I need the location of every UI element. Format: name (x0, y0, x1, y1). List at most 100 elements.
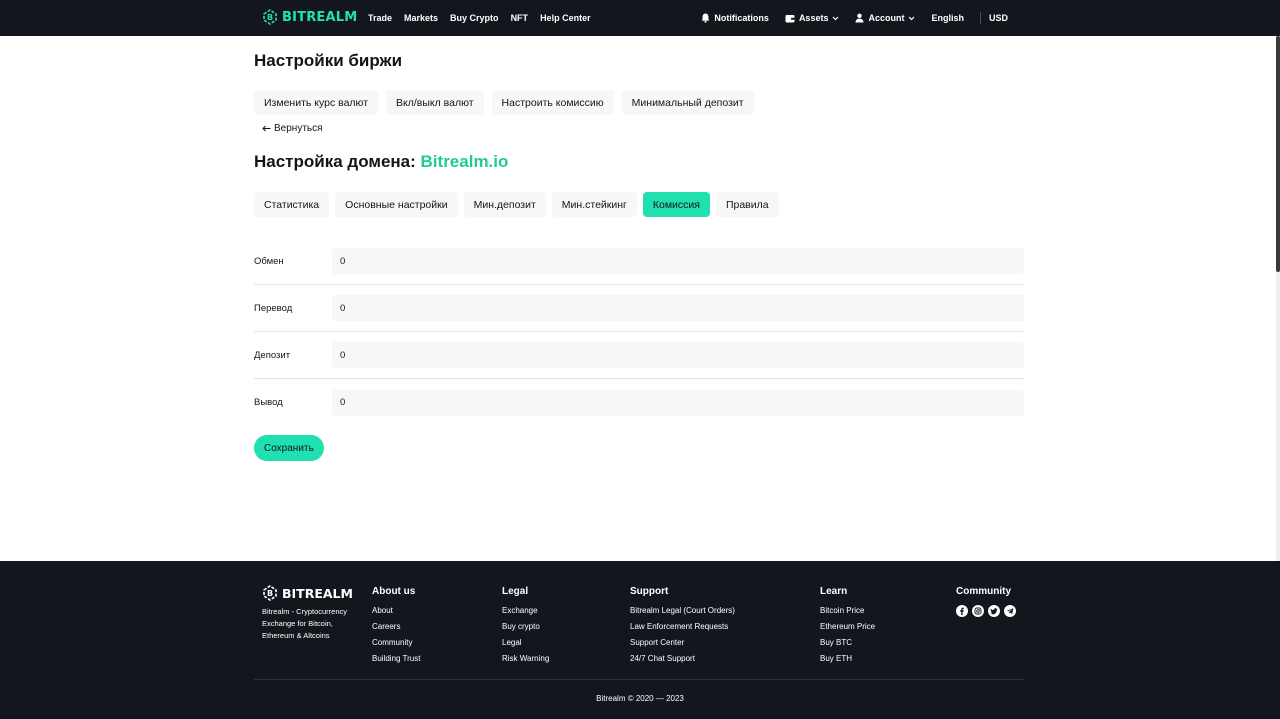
footer-col-support: Support Bitrealm Legal (Court Orders) La… (630, 586, 735, 669)
footer-link-chat-support[interactable]: 24/7 Chat Support (630, 653, 735, 669)
social-links (956, 605, 1016, 617)
currency-label: USD (988, 13, 1008, 23)
brand-logo[interactable]: B BITREALM (262, 9, 357, 25)
page-title: Настройки биржи (254, 51, 403, 70)
assets-label: Assets (798, 13, 829, 23)
tab-rules[interactable]: Правила (715, 192, 779, 217)
footer-tagline: Bitrealm - Cryptocurrency Exchange for B… (262, 607, 348, 640)
language-label: English (931, 13, 964, 23)
telegram-icon[interactable] (1004, 605, 1016, 617)
save-button[interactable]: Сохранить (254, 435, 324, 461)
exchange-fee-input[interactable] (332, 248, 1024, 274)
footer-link-bitcoin-price[interactable]: Bitcoin Price (820, 605, 875, 621)
tab-min-deposit[interactable]: Минимальный депозит (621, 90, 754, 115)
main-content: Настройки биржи Изменить курс валют Вкл/… (254, 36, 1024, 561)
notifications-label: Notifications (714, 13, 769, 23)
field-label-exchange: Обмен (254, 255, 284, 267)
domain-title-prefix: Настройка домена: (254, 152, 416, 171)
chevron-down-icon (909, 16, 915, 20)
top-navbar: B BITREALM Trade Markets Buy Crypto NFT … (0, 0, 1280, 36)
tab-statistics[interactable]: Статистика (254, 192, 330, 217)
footer-link-risk-warning[interactable]: Risk Warning (502, 653, 549, 669)
withdrawal-fee-input[interactable] (332, 389, 1024, 416)
tab-configure-fee[interactable]: Настроить комиссию (491, 90, 614, 115)
assets-dropdown[interactable]: Assets (785, 13, 840, 23)
nav-nft[interactable]: NFT (511, 13, 529, 23)
twitter-icon[interactable] (988, 605, 1000, 617)
footer-col-title: Support (630, 586, 669, 597)
field-label-transfer: Перевод (254, 302, 293, 314)
footer-link-community[interactable]: Community (372, 637, 420, 653)
footer-col-community: Community (956, 586, 1016, 617)
footer-link-about[interactable]: About (372, 605, 420, 621)
footer-link-court-orders[interactable]: Bitrealm Legal (Court Orders) (630, 605, 735, 621)
footer-link-support-center[interactable]: Support Center (630, 637, 735, 653)
nav-markets[interactable]: Markets (404, 13, 438, 23)
notifications-button[interactable]: Notifications (701, 13, 769, 23)
account-dropdown[interactable]: Account (855, 13, 915, 23)
field-label-withdrawal: Вывод (254, 397, 283, 408)
domain-name: Bitrealm.io (420, 152, 509, 171)
footer-copyright: Bitrealm © 2020 — 2023 (596, 694, 684, 703)
language-selector[interactable]: English (931, 13, 964, 23)
nav-divider (979, 12, 981, 24)
nav-right: Notifications Assets Account English USD (701, 0, 1008, 36)
main-nav: Trade Markets Buy Crypto NFT Help Center (368, 0, 591, 36)
nav-buy-crypto[interactable]: Buy Crypto (450, 13, 499, 23)
back-link[interactable]: Вернуться (262, 123, 323, 134)
facebook-icon[interactable] (956, 605, 968, 617)
bitrealm-logo-icon: B (263, 9, 277, 25)
transfer-fee-input[interactable] (332, 295, 1024, 321)
tab-general-settings[interactable]: Основные настройки (335, 192, 458, 217)
footer-divider (254, 679, 1024, 680)
chevron-down-icon (833, 16, 839, 20)
currency-selector[interactable]: USD (989, 13, 1008, 23)
field-row-deposit: Депозит (254, 332, 1024, 379)
svg-text:B: B (267, 13, 273, 22)
tab-min-deposit-domain[interactable]: Мин.депозит (463, 192, 546, 217)
page-scrollbar[interactable] (1276, 36, 1280, 561)
footer-col-title: Legal (502, 586, 529, 597)
footer-link-careers[interactable]: Careers (372, 621, 420, 637)
field-row-withdrawal: Вывод (254, 379, 1024, 426)
bitrealm-logo-icon: B (263, 585, 277, 601)
footer-col-title: About us (372, 586, 416, 597)
field-label-deposit: Депозит (254, 349, 291, 361)
footer-link-building-trust[interactable]: Building Trust (372, 653, 420, 669)
account-label: Account (868, 13, 905, 23)
svg-text:B: B (267, 589, 273, 598)
footer-link-buy-eth[interactable]: Buy ETH (820, 653, 875, 669)
footer-link-buy-btc[interactable]: Buy BTC (820, 637, 875, 653)
footer-link-exchange[interactable]: Exchange (502, 605, 549, 621)
footer-link-legal[interactable]: Legal (502, 637, 549, 653)
footer-link-ethereum-price[interactable]: Ethereum Price (820, 621, 875, 637)
instagram-icon[interactable] (972, 605, 984, 617)
field-row-transfer: Перевод (254, 285, 1024, 332)
nav-help-center[interactable]: Help Center (540, 13, 591, 23)
commission-form: Обмен Перевод Депозит Вывод (254, 238, 1024, 426)
footer-logo[interactable]: B BITREALM (262, 585, 353, 601)
arrow-left-icon (262, 125, 271, 132)
exchange-settings-tabs: Изменить курс валют Вкл/выкл валют Настр… (254, 90, 754, 115)
brand-name: BITREALM (282, 9, 358, 25)
tab-commission[interactable]: Комиссия (642, 192, 710, 217)
footer-brand-name: BITREALM (282, 585, 353, 601)
domain-title: Настройка домена: Bitrealm.io (254, 152, 508, 172)
user-icon (855, 13, 864, 23)
footer-col-legal: Legal Exchange Buy crypto Legal Risk War… (502, 586, 549, 669)
back-label: Вернуться (274, 123, 323, 134)
footer-col-title: Community (956, 586, 1011, 597)
bell-icon (702, 13, 710, 23)
domain-settings-tabs: Статистика Основные настройки Мин.депози… (254, 192, 779, 217)
footer-link-law-enforcement[interactable]: Law Enforcement Requests (630, 621, 735, 637)
deposit-fee-input[interactable] (332, 342, 1024, 368)
nav-trade[interactable]: Trade (368, 13, 392, 23)
tab-toggle-currencies[interactable]: Вкл/выкл валют (386, 90, 484, 115)
tab-min-staking[interactable]: Мин.стейкинг (551, 192, 637, 217)
tab-change-rates[interactable]: Изменить курс валют (254, 90, 379, 115)
scrollbar-thumb[interactable] (1276, 36, 1280, 272)
wallet-icon (785, 14, 795, 22)
field-row-exchange: Обмен (254, 238, 1024, 285)
footer-link-buy-crypto[interactable]: Buy crypto (502, 621, 549, 637)
footer-col-title: Learn (820, 586, 848, 597)
